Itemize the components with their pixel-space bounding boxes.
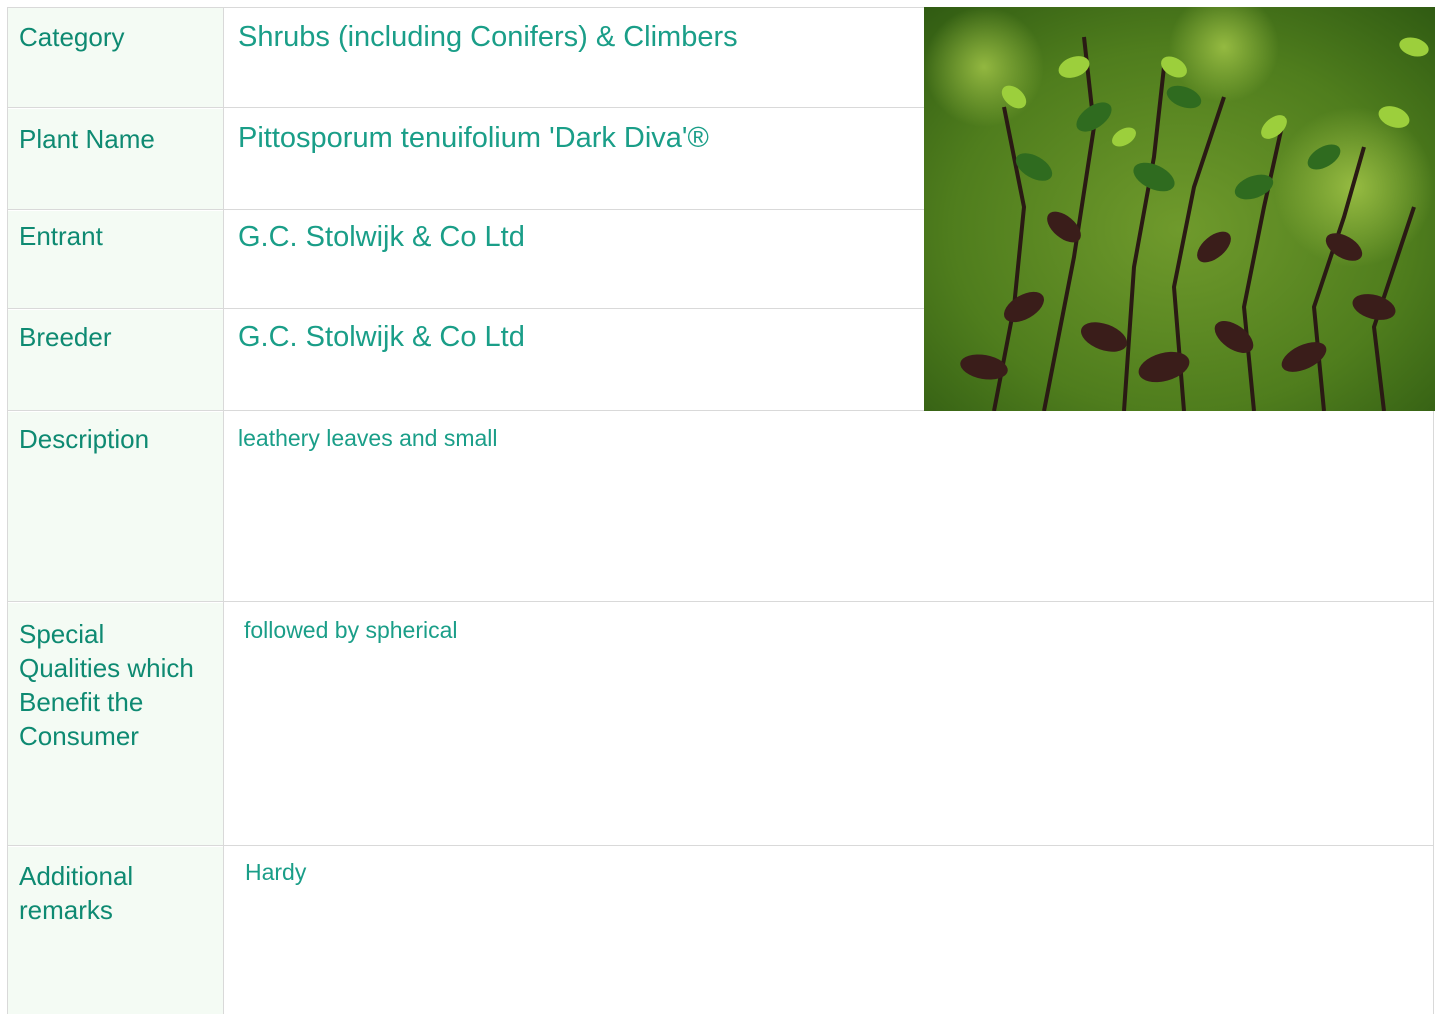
additional-remarks-value: Hardy — [245, 859, 307, 885]
row-divider — [7, 209, 924, 210]
row-divider — [7, 308, 924, 309]
category-value: Shrubs (including Conifers) & Climbers — [238, 21, 738, 53]
table-border-right — [1433, 410, 1434, 1014]
row-divider — [7, 845, 1434, 846]
row-divider — [7, 601, 1434, 602]
breeder-label: Breeder — [19, 322, 112, 352]
entrant-label: Entrant — [19, 221, 103, 251]
category-label: Category — [19, 22, 125, 52]
row-divider — [7, 107, 924, 108]
additional-remarks-label: Additional remarks — [19, 861, 134, 925]
column-divider — [223, 7, 224, 1014]
plant-photo-image — [924, 7, 1435, 411]
description-value: leathery leaves and small — [238, 425, 498, 451]
table-border-top — [7, 7, 924, 8]
plant-name-label: Plant Name — [19, 124, 155, 154]
plant-photo — [924, 7, 1435, 411]
breeder-value: G.C. Stolwijk & Co Ltd — [238, 321, 525, 353]
special-qualities-value: followed by spherical — [244, 617, 458, 643]
special-qualities-label: Special Qualities which Benefit the Cons… — [19, 619, 194, 751]
plant-entry-table: Category Shrubs (including Conifers) & C… — [0, 0, 1441, 1014]
table-border-left — [7, 7, 8, 1014]
description-label: Description — [19, 424, 150, 454]
entrant-value: G.C. Stolwijk & Co Ltd — [238, 221, 525, 253]
plant-name-value: Pittosporum tenuifolium 'Dark Diva'® — [238, 122, 709, 154]
